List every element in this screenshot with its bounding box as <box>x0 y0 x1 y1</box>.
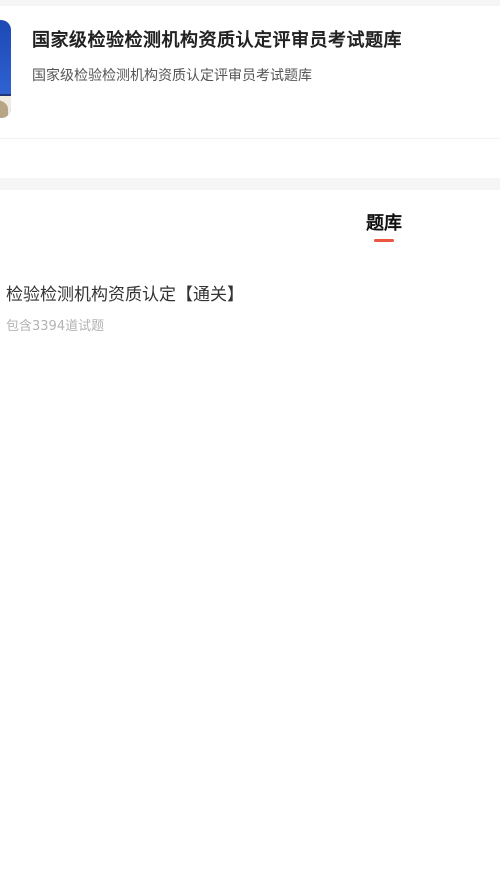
bank-question-count: 包含3394道试题 <box>6 319 105 334</box>
page: 国家级检验检测机构资质认定评审员考试题库 国家级检验检测机构资质认定评审员考试题… <box>0 0 500 875</box>
section-separator <box>0 178 500 190</box>
bank-title: 检验检测机构资质认定【通关】 <box>6 285 244 305</box>
list-item[interactable]: 检验检测机构资质认定【通关】 包含3394道试题 <box>0 270 500 342</box>
cover-image[interactable] <box>0 20 11 118</box>
divider <box>0 138 500 139</box>
tab-active-indicator <box>374 239 394 242</box>
header-card: 国家级检验检测机构资质认定评审员考试题库 国家级检验检测机构资质认定评审员考试题… <box>0 6 500 138</box>
page-subtitle: 国家级检验检测机构资质认定评审员考试题库 <box>32 68 312 84</box>
tab-question-bank[interactable]: 题库 <box>358 209 410 235</box>
page-title: 国家级检验检测机构资质认定评审员考试题库 <box>32 30 402 51</box>
